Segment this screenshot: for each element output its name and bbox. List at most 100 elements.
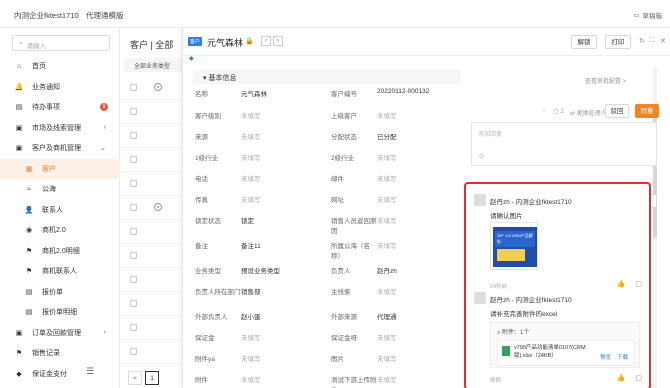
field-value[interactable]: 赵丹zh bbox=[377, 265, 463, 286]
field-value[interactable]: 赵小蛋 bbox=[241, 311, 327, 332]
table-row[interactable] bbox=[120, 196, 182, 220]
section-header[interactable]: ▾ 基本信息 bbox=[193, 70, 461, 84]
reply-textarea[interactable]: 添加回复 ☺ bbox=[471, 122, 657, 166]
sidebar-item[interactable]: ▣ 客户及商机管理 ⌄ bbox=[0, 138, 120, 159]
sidebar-item[interactable]: ▤ 待办事项 9 bbox=[0, 97, 120, 118]
prev-record-button[interactable]: ‹ bbox=[261, 36, 271, 46]
emoji-icon[interactable]: ☺ bbox=[478, 153, 485, 160]
sidebar-item[interactable]: ≈ 公海 bbox=[0, 179, 120, 200]
field-value[interactable]: 未填写 bbox=[377, 240, 463, 265]
like-icon[interactable]: 👍 bbox=[617, 280, 626, 288]
row-checkbox[interactable] bbox=[130, 348, 137, 355]
row-checkbox[interactable] bbox=[130, 204, 137, 211]
row-checkbox[interactable] bbox=[130, 180, 137, 187]
field-value[interactable]: 未填写 bbox=[377, 194, 463, 215]
reject-button[interactable]: 驳回 bbox=[605, 104, 629, 118]
table-row[interactable] bbox=[120, 316, 182, 340]
attachment-file[interactable]: v790产品功能清单0107(CRM版).xlsx（24KB） 预览 下载 bbox=[497, 340, 635, 366]
sidebar-item[interactable]: ⌂ 首页 bbox=[0, 56, 120, 77]
sidebar-item[interactable]: 🔔 业务通知 bbox=[0, 77, 120, 98]
field-value[interactable]: 预设业务类型 bbox=[241, 265, 327, 286]
field-value[interactable]: 未填写 bbox=[377, 110, 463, 131]
row-checkbox[interactable] bbox=[130, 276, 137, 283]
field-value[interactable]: 未填写 bbox=[377, 173, 463, 194]
unlock-button[interactable]: 解锁 bbox=[571, 35, 597, 49]
row-checkbox[interactable] bbox=[130, 156, 137, 163]
sidebar-item[interactable]: ▣ 订单及回款管理 › bbox=[0, 323, 120, 344]
like-icon[interactable]: 👍 bbox=[617, 374, 626, 382]
table-row[interactable] bbox=[120, 76, 182, 100]
sidebar-item[interactable]: ⚑ 商机2.0明细 bbox=[0, 241, 120, 262]
approval-config-link[interactable]: 查看审批配置 > bbox=[585, 76, 626, 85]
field-value[interactable]: 锁定 bbox=[241, 215, 327, 240]
sidebar-item[interactable]: ◆ 保证金支付 bbox=[0, 364, 120, 385]
change-handler-button[interactable]: ⇄ 更换处理人 bbox=[570, 108, 607, 117]
field-value[interactable]: 20220112-000132 bbox=[377, 88, 463, 110]
table-row[interactable] bbox=[120, 220, 182, 244]
image-attachment[interactable]: 35ᵗʰ 1.8 CRM产品解析 bbox=[490, 222, 538, 270]
sidebar-item[interactable]: ◉ 商机2.0 bbox=[0, 220, 120, 241]
row-checkbox[interactable] bbox=[130, 252, 137, 259]
row-radio[interactable] bbox=[154, 83, 162, 91]
sidebar-item[interactable]: ▤ 报价单 bbox=[0, 282, 120, 303]
field-value[interactable]: 未填写 bbox=[241, 173, 327, 194]
download-link[interactable]: 下载 bbox=[617, 353, 628, 361]
row-checkbox[interactable] bbox=[130, 300, 137, 307]
preview-link[interactable]: 预览 bbox=[600, 353, 611, 361]
table-row[interactable] bbox=[120, 124, 182, 148]
field-value[interactable]: 未填写 bbox=[377, 332, 463, 353]
draft-box[interactable]: ▭ 草稿箱 bbox=[633, 10, 662, 20]
sidebar-item[interactable]: 👤 联系人 bbox=[0, 200, 120, 221]
sidebar-item[interactable]: ⚑ 商机联系人 bbox=[0, 261, 120, 282]
row-checkbox[interactable] bbox=[130, 324, 137, 331]
org-name[interactable]: 内测企业fktest1710 bbox=[14, 10, 79, 21]
field-value[interactable]: 未填写 bbox=[377, 215, 463, 240]
field-value[interactable]: 未填写 bbox=[241, 152, 327, 173]
sidebar-item[interactable]: ▦ 客户 bbox=[0, 158, 120, 179]
approve-button[interactable]: 同意 bbox=[635, 104, 659, 118]
fullscreen-icon[interactable]: ⛶ bbox=[649, 37, 654, 45]
close-icon[interactable]: ✕ bbox=[660, 37, 666, 45]
menu-collapse-icon[interactable]: ☰ bbox=[86, 366, 94, 377]
field-value[interactable]: 未填写 bbox=[377, 152, 463, 173]
field-value[interactable]: 销售部 bbox=[241, 286, 327, 311]
row-checkbox[interactable] bbox=[130, 228, 137, 235]
table-row[interactable] bbox=[120, 172, 182, 196]
field-value[interactable]: 未填写 bbox=[241, 131, 327, 152]
field-value[interactable]: 未填写 bbox=[377, 286, 463, 311]
table-row[interactable] bbox=[120, 340, 182, 364]
field-value[interactable]: 未填写 bbox=[377, 353, 463, 374]
next-record-button[interactable]: › bbox=[273, 36, 283, 46]
page-1-button[interactable]: 1 bbox=[145, 371, 159, 385]
more-icon[interactable]: ··· bbox=[541, 108, 547, 114]
row-checkbox[interactable] bbox=[130, 108, 137, 115]
field-value[interactable]: 未填写 bbox=[241, 332, 327, 353]
reply-icon[interactable]: ▢ bbox=[635, 280, 642, 288]
sidebar-item[interactable]: ▤ 报价单明细 bbox=[0, 302, 120, 323]
table-row[interactable] bbox=[120, 100, 182, 124]
field-value[interactable]: 元气森林 bbox=[241, 88, 327, 110]
search-input[interactable]: ⌕ 请输入 bbox=[12, 35, 110, 51]
row-radio[interactable] bbox=[154, 203, 162, 211]
field-value[interactable]: 未填写 bbox=[241, 194, 327, 215]
reply-icon[interactable]: ▢ bbox=[635, 374, 642, 382]
field-value[interactable]: 未填写 bbox=[377, 374, 463, 388]
table-row[interactable] bbox=[120, 148, 182, 172]
field-value[interactable]: 已分配 bbox=[377, 131, 463, 152]
field-value[interactable]: 未填写 bbox=[241, 374, 327, 388]
table-row[interactable] bbox=[120, 244, 182, 268]
sidebar-item[interactable]: ▣ 市场及线索管理 › bbox=[0, 118, 120, 139]
field-value[interactable]: 未填写 bbox=[241, 110, 327, 131]
field-value[interactable]: 未填写 bbox=[241, 353, 327, 374]
table-row[interactable] bbox=[120, 292, 182, 316]
field-value[interactable]: 代理通 bbox=[377, 311, 463, 332]
refresh-icon[interactable]: ↻ bbox=[639, 37, 645, 45]
print-button[interactable]: 打印 bbox=[605, 35, 631, 49]
business-type-filter[interactable]: 全部业务类型 bbox=[124, 58, 182, 72]
row-checkbox[interactable] bbox=[130, 132, 137, 139]
prev-page-button[interactable]: < bbox=[128, 371, 142, 385]
sidebar-item[interactable]: ⚑ 销售记录 bbox=[0, 343, 120, 364]
table-row[interactable] bbox=[120, 268, 182, 292]
row-checkbox[interactable] bbox=[130, 84, 137, 91]
comment-icon[interactable]: ▢ 2 bbox=[553, 108, 564, 115]
